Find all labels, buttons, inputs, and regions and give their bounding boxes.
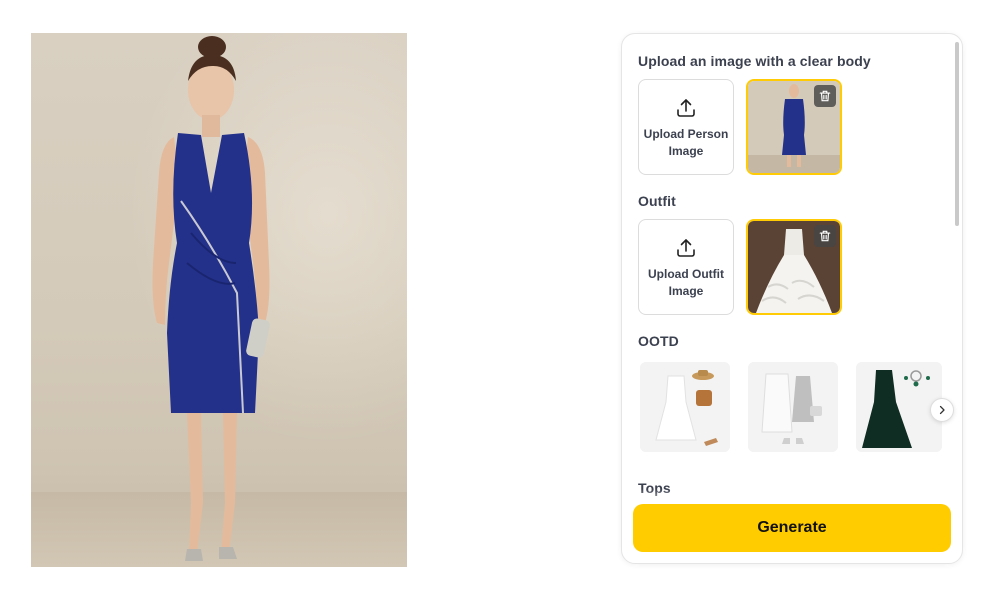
upload-outfit-button[interactable]: Upload Outfit Image: [638, 219, 734, 315]
ootd-item-white-sundress[interactable]: [640, 362, 730, 452]
trash-icon: [819, 90, 831, 102]
ootd-section-title: OOTD: [638, 333, 679, 349]
upload-person-button[interactable]: Upload Person Image: [638, 79, 734, 175]
delete-person-button[interactable]: [814, 85, 836, 107]
panel-scrollbar[interactable]: [955, 42, 959, 226]
outfit-section-title: Outfit: [638, 193, 676, 209]
upload-icon: [677, 239, 695, 257]
ootd-next-button[interactable]: [930, 398, 954, 422]
try-on-panel: Upload an image with a clear body Upload…: [621, 33, 963, 564]
upload-icon: [677, 99, 695, 117]
upload-person-label: Upload Person Image: [643, 127, 729, 158]
person-section-title: Upload an image with a clear body: [638, 53, 871, 69]
ootd-item-white-coat[interactable]: [748, 362, 838, 452]
trash-icon: [819, 230, 831, 242]
panel-scroll-area[interactable]: Upload an image with a clear body Upload…: [622, 34, 962, 563]
outfit-thumbnail[interactable]: [746, 219, 842, 315]
woman-figure-illustration: [152, 36, 270, 561]
green-gown-image: [856, 362, 942, 452]
white-sundress-image: [640, 362, 730, 452]
result-preview-image: [31, 33, 407, 567]
ootd-item-green-gown[interactable]: [856, 362, 942, 452]
person-thumbnail[interactable]: [746, 79, 842, 175]
delete-outfit-button[interactable]: [814, 225, 836, 247]
generate-button[interactable]: Generate: [633, 504, 951, 552]
chevron-right-icon: [939, 405, 945, 415]
white-coat-image: [748, 362, 838, 452]
upload-outfit-label: Upload Outfit Image: [648, 267, 724, 298]
